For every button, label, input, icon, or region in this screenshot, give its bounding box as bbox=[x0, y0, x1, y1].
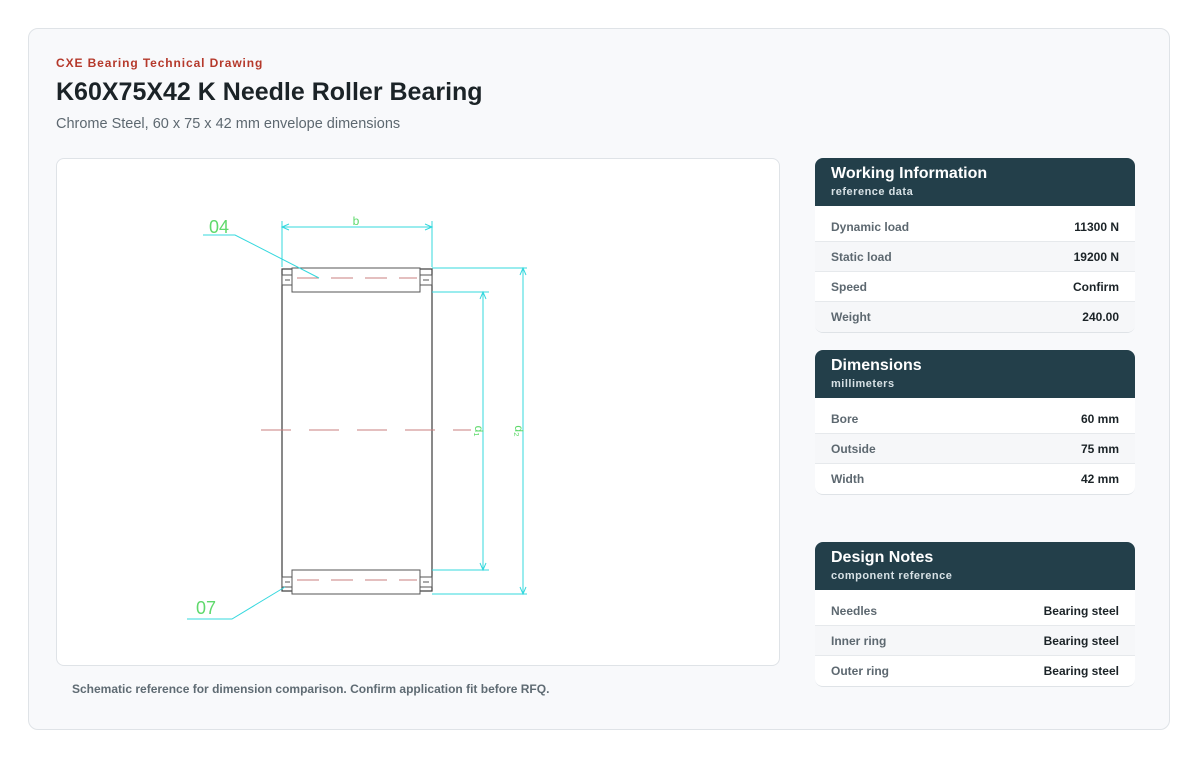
note-value: Bearing steel bbox=[1043, 603, 1119, 618]
working-info-subtitle: reference data bbox=[831, 186, 914, 198]
bearing-drawing-svg: b d₁ d₂ 04 07 bbox=[187, 214, 527, 620]
dim-row-width: Width 42 mm bbox=[815, 464, 1135, 494]
note-row-outer-ring: Outer ring Bearing steel bbox=[815, 656, 1135, 686]
note-label: Inner ring bbox=[831, 633, 887, 648]
label-d2: d₂ bbox=[512, 425, 526, 437]
page-subtitle: Chrome Steel, 60 x 75 x 42 mm envelope d… bbox=[56, 116, 401, 132]
spec-row-weight: Weight 240.00 bbox=[815, 302, 1135, 332]
dim-row-bore: Bore 60 mm bbox=[815, 404, 1135, 434]
spec-value: Confirm bbox=[1073, 279, 1119, 294]
design-notes-panel: Design Notes component reference Needles… bbox=[815, 542, 1135, 687]
note-row-needles: Needles Bearing steel bbox=[815, 596, 1135, 626]
bottom-callout-number: 07 bbox=[196, 598, 216, 618]
dim-value: 60 mm bbox=[1080, 411, 1119, 426]
spec-label: Dynamic load bbox=[831, 219, 910, 234]
top-callout-number: 04 bbox=[209, 217, 229, 237]
dimensions-title: Dimensions bbox=[831, 357, 922, 374]
drawing-caption: Schematic reference for dimension compar… bbox=[72, 682, 550, 696]
dim-value: 42 mm bbox=[1080, 472, 1119, 486]
spec-label: Weight bbox=[831, 310, 871, 324]
brand-label: CXE Bearing Technical Drawing bbox=[56, 56, 264, 70]
dimensions-panel: Dimensions millimeters Bore 60 mm Outsid… bbox=[815, 350, 1135, 495]
dim-label: Outside bbox=[831, 441, 876, 456]
top-roller-cage bbox=[291, 267, 421, 293]
working-info-header: Working Information reference data bbox=[815, 158, 1135, 206]
spec-row-speed: Speed Confirm bbox=[815, 272, 1135, 302]
technical-drawing: b d₁ d₂ 04 07 bbox=[56, 158, 780, 666]
page-title: K60X75X42 K Needle Roller Bearing bbox=[56, 78, 483, 106]
note-row-inner-ring: Inner ring Bearing steel bbox=[815, 626, 1135, 656]
label-d1: d₁ bbox=[472, 426, 486, 437]
dimensions-header: Dimensions millimeters bbox=[815, 350, 1135, 398]
note-label: Needles bbox=[831, 603, 878, 618]
dim-label: Bore bbox=[831, 411, 859, 426]
note-label: Outer ring bbox=[831, 664, 890, 678]
dimensions-subtitle: millimeters bbox=[831, 378, 895, 390]
dim-value: 75 mm bbox=[1080, 441, 1119, 456]
spec-label: Static load bbox=[831, 249, 892, 264]
spec-row-dynamic-load: Dynamic load 11300 N bbox=[815, 212, 1135, 242]
spec-value: 19200 N bbox=[1073, 249, 1119, 264]
design-notes-subtitle: component reference bbox=[831, 570, 953, 582]
design-notes-header: Design Notes component reference bbox=[815, 542, 1135, 590]
spec-value: 11300 N bbox=[1074, 219, 1119, 234]
bottom-roller-cage bbox=[291, 569, 421, 595]
working-info-title: Working Information bbox=[831, 165, 988, 182]
dim-row-outside: Outside 75 mm bbox=[815, 434, 1135, 464]
note-value: Bearing steel bbox=[1043, 664, 1119, 678]
working-info-panel: Working Information reference data Dynam… bbox=[815, 158, 1135, 333]
label-b: b bbox=[353, 214, 360, 228]
design-notes-title: Design Notes bbox=[831, 549, 934, 566]
spec-row-static-load: Static load 19200 N bbox=[815, 242, 1135, 272]
spec-value: 240.00 bbox=[1082, 310, 1119, 324]
note-value: Bearing steel bbox=[1043, 633, 1119, 648]
dim-label: Width bbox=[831, 472, 865, 486]
spec-label: Speed bbox=[831, 279, 868, 294]
